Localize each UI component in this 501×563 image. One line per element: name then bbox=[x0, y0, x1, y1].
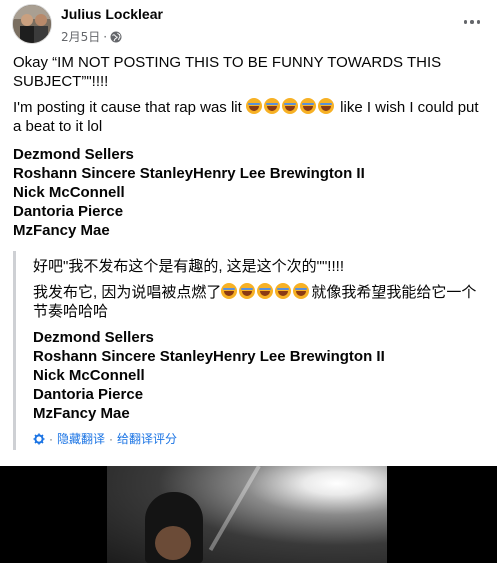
laughing-emoji-icon bbox=[317, 98, 334, 114]
rate-translation-link[interactable]: 给翻译评分 bbox=[117, 430, 177, 447]
post-text-line-1: Okay “IM NOT POSTING THIS TO BE FUNNY TO… bbox=[13, 54, 442, 90]
post-text-line-2: I'm posting it cause that rap was lit li… bbox=[13, 98, 489, 136]
tagged-person-link[interactable]: Dantoria Pierce bbox=[33, 385, 489, 404]
more-dot bbox=[476, 20, 481, 24]
laughing-emoji-icon bbox=[263, 98, 280, 114]
laughing-emoji-icon bbox=[293, 283, 310, 299]
footer-separator: · bbox=[49, 431, 53, 446]
globe-icon bbox=[110, 31, 122, 43]
post-meta: 2月5日 · bbox=[61, 28, 122, 45]
post-body: Okay “IM NOT POSTING THIS TO BE FUNNY TO… bbox=[13, 53, 489, 240]
meta-separator: · bbox=[103, 29, 108, 44]
laughing-emoji-icon bbox=[245, 98, 262, 114]
person-face bbox=[155, 526, 191, 560]
translation-block: 好吧"我不发布这个是有趣的, 这是这个次的""!!!! 我发布它, 因为说唱被点… bbox=[13, 251, 489, 450]
laughing-emoji-icon bbox=[221, 283, 238, 299]
translation-footer: · 隐藏翻译 · 给翻译评分 bbox=[33, 430, 489, 447]
post-header: Julius Locklear 2月5日 · bbox=[12, 4, 490, 48]
footer-separator: · bbox=[109, 431, 114, 446]
laughing-emoji-icon bbox=[239, 283, 256, 299]
tagged-person-link[interactable]: Nick McConnell bbox=[33, 366, 489, 385]
hide-translation-link[interactable]: 隐藏翻译 bbox=[57, 430, 105, 447]
tagged-person-link[interactable]: Nick McConnell bbox=[13, 183, 489, 202]
tagged-person-link[interactable]: MzFancy Mae bbox=[13, 221, 489, 240]
tagged-person-link[interactable]: Roshann Sincere StanleyHenry Lee Brewing… bbox=[13, 164, 489, 183]
laughing-emoji-icon bbox=[281, 98, 298, 114]
laughing-emoji-icon bbox=[257, 283, 274, 299]
translated-line-2: 我发布它, 因为说唱被点燃了 就像我希望我能给它一个节奏哈哈哈 bbox=[33, 283, 489, 321]
tagged-person-link[interactable]: MzFancy Mae bbox=[33, 404, 489, 423]
post-video[interactable] bbox=[0, 466, 497, 563]
translated-tagged-people: Dezmond Sellers Roshann Sincere StanleyH… bbox=[33, 328, 489, 423]
laughing-emoji-icon bbox=[299, 98, 316, 114]
translated-line-1: 好吧"我不发布这个是有趣的, 这是这个次的""!!!! bbox=[33, 258, 344, 275]
facebook-post: Julius Locklear 2月5日 · Okay “IM NOT POST… bbox=[0, 0, 501, 563]
post-date[interactable]: 2月5日 bbox=[61, 28, 100, 45]
gear-icon[interactable] bbox=[33, 433, 45, 445]
more-dot bbox=[463, 20, 468, 24]
more-options-icon[interactable] bbox=[460, 12, 484, 32]
author-name[interactable]: Julius Locklear bbox=[61, 6, 163, 22]
translated-line-2-start: 我发布它, 因为说唱被点燃了 bbox=[33, 284, 222, 301]
tagged-person-link[interactable]: Roshann Sincere StanleyHenry Lee Brewing… bbox=[33, 347, 489, 366]
tagged-people: Dezmond Sellers Roshann Sincere StanleyH… bbox=[13, 145, 489, 240]
post-text-line-2-start: I'm posting it cause that rap was lit bbox=[13, 99, 242, 116]
more-dot bbox=[470, 20, 474, 24]
laughing-emoji-icon bbox=[275, 283, 292, 299]
author-avatar[interactable] bbox=[12, 4, 52, 44]
tagged-person-link[interactable]: Dezmond Sellers bbox=[33, 328, 489, 347]
tagged-person-link[interactable]: Dezmond Sellers bbox=[13, 145, 489, 164]
light-ray bbox=[208, 466, 261, 552]
tagged-person-link[interactable]: Dantoria Pierce bbox=[13, 202, 489, 221]
video-frame bbox=[107, 466, 387, 563]
